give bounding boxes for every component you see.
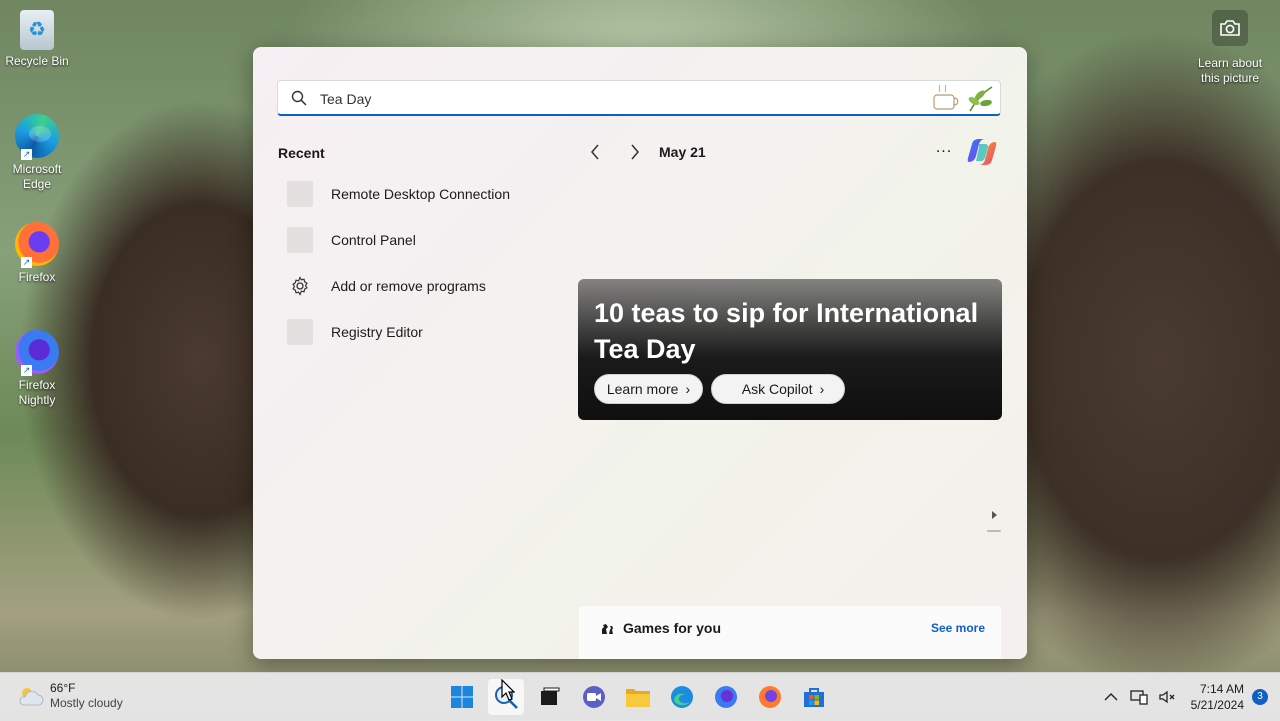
desktop-icon-label: Microsoft Edge	[12, 162, 62, 191]
control-panel-icon	[287, 227, 313, 253]
tea-illustration-icon	[933, 84, 993, 112]
clock-date: 5/21/2024	[1190, 698, 1244, 712]
copilot-button[interactable]	[966, 136, 998, 168]
date-label: May 21	[659, 144, 706, 160]
meet-button[interactable]	[576, 679, 612, 715]
hero-card[interactable]: 10 teas to sip for International Tea Day…	[578, 279, 1002, 420]
caret-right-icon	[987, 511, 1001, 532]
recent-item-label: Remote Desktop Connection	[331, 186, 510, 202]
search-input[interactable]	[318, 87, 922, 111]
see-more-link[interactable]: See more	[931, 621, 985, 635]
start-button[interactable]	[444, 679, 480, 715]
desktop-icon-edge[interactable]: ↗ Microsoft Edge	[4, 114, 70, 192]
firefox-icon	[759, 686, 781, 708]
show-hidden-icons-button[interactable]	[1101, 687, 1121, 707]
scroll-right-button[interactable]	[986, 506, 1002, 534]
games-card[interactable]: Games for you See more	[579, 606, 1001, 659]
previous-button[interactable]	[583, 140, 607, 164]
taskbar: 66°F Mostly cloudy 7:14 AM 5/21/2024 3	[0, 672, 1280, 721]
edge-taskbar-button[interactable]	[664, 679, 700, 715]
task-view-button[interactable]	[532, 679, 568, 715]
gear-icon	[287, 273, 313, 299]
games-title: Games for you	[623, 620, 722, 636]
learn-about-picture-label: Learn about this picture	[1197, 56, 1263, 85]
chevron-right-icon	[631, 144, 639, 160]
recent-item-add-remove-programs[interactable]: Add or remove programs	[278, 263, 558, 309]
weather-widget[interactable]: 66°F Mostly cloudy	[16, 681, 123, 711]
store-button[interactable]	[796, 679, 832, 715]
clock-time: 7:14 AM	[1199, 682, 1244, 696]
learn-more-button[interactable]: Learn more ›	[594, 374, 703, 404]
recent-item-registry-editor[interactable]: Registry Editor	[278, 309, 558, 355]
folder-icon	[626, 689, 650, 707]
edge-icon: ↗	[15, 114, 59, 160]
registry-icon	[287, 319, 313, 345]
chevron-left-icon	[591, 144, 599, 160]
recent-item-label: Add or remove programs	[331, 278, 486, 294]
meet-video-icon	[583, 686, 605, 708]
firefox-taskbar-button[interactable]	[752, 679, 788, 715]
desktop-icon-firefox[interactable]: ↗ Firefox	[4, 222, 70, 285]
task-view-icon	[541, 687, 560, 705]
camera-icon	[1212, 10, 1248, 46]
chess-icon	[602, 624, 613, 634]
clock[interactable]: 7:14 AM 5/21/2024	[1191, 681, 1244, 713]
desktop-icon-label: Firefox	[18, 270, 56, 284]
search-panel: Recent Remote Desktop Connection Control…	[253, 47, 1027, 659]
firefox-nightly-taskbar-button[interactable]	[708, 679, 744, 715]
windows-logo-icon	[451, 686, 473, 708]
network-icon	[1129, 690, 1148, 705]
shortcut-arrow-icon: ↗	[21, 257, 32, 268]
hero-title: 10 teas to sip for International Tea Day	[594, 298, 979, 364]
more-options-button[interactable]: ...	[933, 140, 955, 163]
volume-button[interactable]	[1157, 687, 1177, 707]
ask-copilot-button[interactable]: Ask Copilot ›	[711, 374, 845, 404]
recent-list: Remote Desktop Connection Control Panel …	[278, 171, 558, 355]
ask-copilot-label: Ask Copilot	[741, 381, 813, 397]
search-box[interactable]	[277, 80, 1001, 116]
firefox-nightly-icon	[715, 686, 737, 708]
app-icon	[287, 181, 313, 207]
firefox-icon: ↗	[15, 222, 59, 268]
chevron-right-icon: ›	[819, 381, 825, 397]
search-icon	[291, 90, 307, 106]
learn-more-label: Learn more	[606, 381, 679, 397]
copilot-icon	[967, 139, 997, 165]
learn-about-picture[interactable]: Learn about this picture	[1190, 10, 1270, 86]
date-navigation: May 21	[583, 141, 706, 163]
system-tray: 7:14 AM 5/21/2024 3	[1093, 673, 1268, 721]
desktop-icon-label: Firefox Nightly	[18, 378, 56, 407]
shortcut-arrow-icon: ↗	[21, 365, 32, 376]
chevron-right-icon: ›	[685, 381, 691, 397]
network-button[interactable]	[1129, 687, 1149, 707]
cloudy-weather-icon	[19, 688, 44, 706]
recent-item-label: Control Panel	[331, 232, 416, 248]
speaker-muted-icon	[1158, 690, 1175, 704]
weather-condition: Mostly cloudy	[50, 696, 123, 710]
weather-temperature: 66°F	[50, 681, 76, 695]
mouse-cursor-icon	[501, 679, 515, 701]
recent-heading: Recent	[278, 145, 325, 161]
file-explorer-button[interactable]	[620, 679, 656, 715]
desktop-icon-label: Recycle Bin	[5, 54, 69, 68]
chevron-up-icon	[1104, 693, 1118, 701]
recycle-bin-icon: ♻	[20, 10, 54, 50]
store-icon	[804, 688, 824, 707]
firefox-nightly-icon: ↗	[15, 330, 59, 376]
recent-item-label: Registry Editor	[331, 324, 423, 340]
next-button[interactable]	[623, 140, 647, 164]
edge-icon	[671, 686, 693, 708]
desktop-icon-recycle-bin[interactable]: ♻ Recycle Bin	[4, 10, 70, 69]
notification-badge[interactable]: 3	[1252, 689, 1268, 705]
shortcut-arrow-icon: ↗	[21, 149, 32, 160]
recent-item-remote-desktop[interactable]: Remote Desktop Connection	[278, 171, 558, 217]
desktop-icon-firefox-nightly[interactable]: ↗ Firefox Nightly	[4, 330, 70, 408]
recent-item-control-panel[interactable]: Control Panel	[278, 217, 558, 263]
